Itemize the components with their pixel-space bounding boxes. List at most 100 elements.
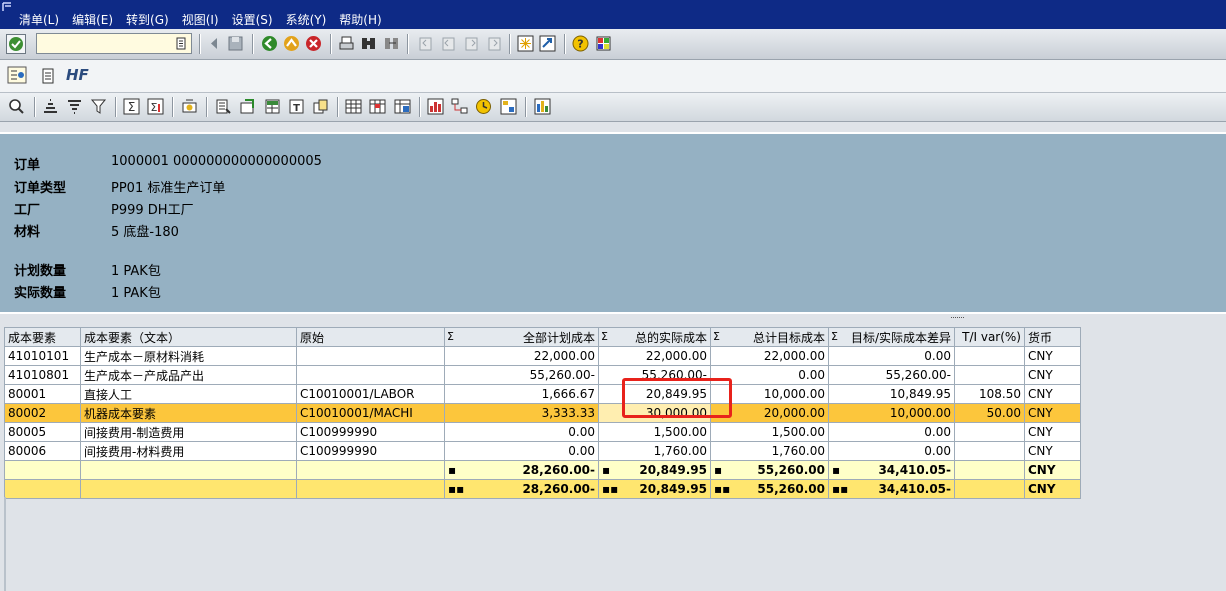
word-processing-icon[interactable]: T	[288, 98, 305, 115]
total-icon[interactable]: Σ	[123, 98, 140, 115]
cell-currency[interactable]: CNY	[1024, 403, 1081, 423]
cell-currency[interactable]: CNY	[1024, 346, 1081, 366]
save-icon[interactable]	[227, 35, 244, 52]
cell-currency[interactable]: CNY	[1024, 422, 1081, 442]
column-header-total-actual[interactable]: Σ 总的实际成本	[598, 327, 711, 347]
cell-variance[interactable]: 0.00	[828, 346, 955, 366]
spreadsheet-icon[interactable]	[264, 98, 281, 115]
save-layout-icon[interactable]	[394, 98, 411, 115]
cell-ti-var[interactable]	[954, 422, 1025, 442]
hierarchy-icon[interactable]	[451, 98, 468, 115]
cell-variance[interactable]: ▪ 34,410.05-	[828, 460, 955, 480]
menu-item-system[interactable]: 系统(Y)	[286, 11, 327, 28]
sort-ascending-icon[interactable]	[42, 98, 59, 115]
cell-cost-element-text[interactable]: 间接费用-制造费用	[80, 422, 297, 442]
clipboard-icon[interactable]	[42, 67, 54, 84]
table-row[interactable]: 80006 间接费用-材料费用 C100999990 0.00 1,760.00…	[4, 441, 1081, 461]
export-icon[interactable]	[239, 98, 256, 115]
cell-variance[interactable]: 0.00	[828, 422, 955, 442]
cell-total-plan[interactable]: ▪ 28,260.00-	[444, 460, 599, 480]
cell-variance[interactable]: 10,849.95	[828, 384, 955, 404]
cell-cost-element[interactable]: 41010801	[4, 365, 81, 385]
cell-currency[interactable]: CNY	[1024, 384, 1081, 404]
cell-total-plan[interactable]: 3,333.33	[444, 403, 599, 423]
cell-origin[interactable]: C100999990	[296, 422, 445, 442]
prev-page-icon[interactable]	[440, 35, 457, 52]
cell-total-target[interactable]: 1,760.00	[710, 441, 829, 461]
history-icon[interactable]	[176, 37, 186, 50]
details-icon[interactable]	[8, 98, 25, 115]
cell-total-target[interactable]: 1,500.00	[710, 422, 829, 442]
cell-total-plan[interactable]: 22,000.00	[444, 346, 599, 366]
cell-total-actual[interactable]: ▪▪ 20,849.95	[598, 479, 711, 499]
column-header-ti-var[interactable]: T/I var(%)	[954, 327, 1025, 347]
currency-icon[interactable]	[181, 98, 198, 115]
column-header-origin[interactable]: 原始	[296, 327, 445, 347]
menu-item-view[interactable]: 视图(I)	[182, 11, 219, 28]
cell-currency[interactable]: CNY	[1024, 441, 1081, 461]
table-row[interactable]: 80001 直接人工 C10010001/LABOR 1,666.67 20,8…	[4, 384, 1081, 404]
local-file-icon[interactable]	[312, 98, 329, 115]
cell-cost-element[interactable]: 80002	[4, 403, 81, 423]
help-icon[interactable]: ?	[572, 35, 589, 52]
column-header-total-plan[interactable]: Σ 全部计划成本	[444, 327, 599, 347]
table-row[interactable]: 41010101 生产成本－原材料消耗 22,000.00 22,000.00 …	[4, 346, 1081, 366]
find-next-icon[interactable]	[383, 35, 400, 52]
enter-button[interactable]	[6, 34, 26, 54]
cell-cost-element-text[interactable]: 生产成本－原材料消耗	[80, 346, 297, 366]
cell-cost-element-text[interactable]: 间接费用-材料费用	[80, 441, 297, 461]
cell-cost-element-text[interactable]: 机器成本要素	[80, 403, 297, 423]
find-icon[interactable]	[360, 35, 377, 52]
splitter-handle[interactable]	[950, 316, 966, 319]
graphic-icon[interactable]	[500, 98, 517, 115]
cell-variance[interactable]: 0.00	[828, 441, 955, 461]
cell-cost-element[interactable]: 80006	[4, 441, 81, 461]
cell-total-actual[interactable]: 1,500.00	[598, 422, 711, 442]
new-session-icon[interactable]	[517, 35, 534, 52]
cell-total-actual[interactable]: ▪ 20,849.95	[598, 460, 711, 480]
cell-origin[interactable]: C10010001/LABOR	[296, 384, 445, 404]
window-corner-icon[interactable]	[2, 1, 14, 13]
last-page-icon[interactable]	[486, 35, 503, 52]
cell-total-target[interactable]: 22,000.00	[710, 346, 829, 366]
cell-total-actual[interactable]: 22,000.00	[598, 346, 711, 366]
cell-total-plan[interactable]: 0.00	[444, 441, 599, 461]
menu-item-settings[interactable]: 设置(S)	[232, 11, 273, 28]
cell-cost-element-text[interactable]: 生产成本－产成品产出	[80, 365, 297, 385]
menu-item-edit[interactable]: 编辑(E)	[72, 11, 113, 28]
cell-ti-var[interactable]	[954, 346, 1025, 366]
next-page-icon[interactable]	[463, 35, 480, 52]
cell-variance[interactable]: 10,000.00	[828, 403, 955, 423]
column-header-variance[interactable]: Σ 目标/实际成本差异	[828, 327, 955, 347]
table-row[interactable]: 80005 间接费用-制造费用 C100999990 0.00 1,500.00…	[4, 422, 1081, 442]
print-icon[interactable]	[338, 35, 355, 52]
menu-item-list[interactable]: 清单(L)	[19, 11, 59, 28]
cell-origin[interactable]	[296, 346, 445, 366]
print-preview-icon[interactable]	[215, 98, 232, 115]
cell-currency[interactable]: CNY	[1024, 460, 1081, 480]
grand-total-row[interactable]: ▪▪ 28,260.00- ▪▪ 20,849.95 ▪▪ 55,260.00 ▪▪ 3…	[4, 479, 1081, 499]
cell-total-plan[interactable]: 55,260.00-	[444, 365, 599, 385]
cancel-icon[interactable]	[305, 35, 322, 52]
column-header-currency[interactable]: 货币	[1024, 327, 1081, 347]
cell-ti-var[interactable]: 50.00	[954, 403, 1025, 423]
filter-icon[interactable]	[90, 98, 107, 115]
column-header-total-target[interactable]: Σ 总计目标成本	[710, 327, 829, 347]
subtotal-icon[interactable]: Σ	[147, 98, 164, 115]
shortcut-icon[interactable]	[539, 35, 556, 52]
column-header-cost-element-text[interactable]: 成本要素（文本）	[80, 327, 297, 347]
cell-origin[interactable]: C10010001/MACHI	[296, 403, 445, 423]
cell-total-plan[interactable]: 1,666.67	[444, 384, 599, 404]
cell-variance[interactable]: ▪▪ 34,410.05-	[828, 479, 955, 499]
cell-ti-var[interactable]: 108.50	[954, 384, 1025, 404]
clock-icon[interactable]	[475, 98, 492, 115]
command-field[interactable]	[36, 33, 192, 54]
cell-cost-element[interactable]: 41010101	[4, 346, 81, 366]
cell-total-plan[interactable]: ▪▪ 28,260.00-	[444, 479, 599, 499]
back-arrow-icon[interactable]	[206, 35, 223, 52]
choose-layout-icon[interactable]	[369, 98, 386, 115]
cell-total-target[interactable]: ▪ 55,260.00	[710, 460, 829, 480]
cell-cost-element[interactable]: 80001	[4, 384, 81, 404]
menu-item-help[interactable]: 帮助(H)	[339, 11, 381, 28]
exit-icon[interactable]	[283, 35, 300, 52]
